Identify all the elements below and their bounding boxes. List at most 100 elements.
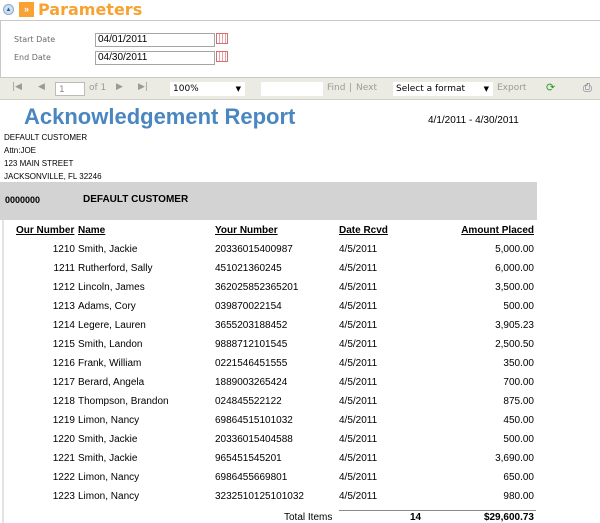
table-row: 1219 Limon, Nancy 69864515101032 4/5/2011 45… bbox=[0, 415, 540, 434]
cell-our-number: 1215 bbox=[52, 339, 75, 350]
cell-date-rcvd: 4/5/2011 bbox=[339, 244, 378, 255]
format-value: Select a format bbox=[396, 84, 466, 94]
cell-date-rcvd: 4/5/2011 bbox=[339, 339, 378, 350]
table-row: 1221 Smith, Jackie 965451545201 4/5/2011 3,6… bbox=[0, 453, 540, 472]
col-your-number: Your Number bbox=[215, 225, 278, 236]
cell-date-rcvd: 4/5/2011 bbox=[339, 472, 378, 483]
dropdown-arrow-icon: ▼ bbox=[483, 85, 489, 93]
page-input[interactable]: 1 bbox=[55, 82, 85, 96]
group-name: DEFAULT CUSTOMER bbox=[83, 194, 189, 205]
cell-name: Smith, Jackie bbox=[78, 453, 138, 464]
address-line: 123 MAIN STREET bbox=[4, 159, 74, 168]
cell-name: Smith, Landon bbox=[78, 339, 143, 350]
table-row: 1211 Rutherford, Sally 451021360245 4/5/201… bbox=[0, 263, 540, 282]
next-page-icon[interactable]: ▶ bbox=[116, 82, 123, 92]
cell-your-number: 1889003265424 bbox=[215, 377, 288, 388]
calendar-icon[interactable] bbox=[216, 33, 228, 44]
table-row: 1213 Adams, Cory 039870022154 4/5/2011 500.0… bbox=[0, 301, 540, 320]
end-date-label: End Date bbox=[14, 53, 51, 62]
cell-name: Smith, Jackie bbox=[78, 434, 138, 445]
find-link[interactable]: Find bbox=[327, 83, 345, 93]
zoom-value: 100% bbox=[173, 84, 199, 94]
collapse-icon[interactable]: ▲ bbox=[3, 4, 14, 15]
cell-name: Legere, Lauren bbox=[78, 320, 146, 331]
table-row: 1210 Smith, Jackie 20336015400987 4/5/2011 5… bbox=[0, 244, 540, 263]
cell-our-number: 1214 bbox=[52, 320, 75, 331]
start-date-input[interactable]: 04/01/2011 bbox=[95, 33, 215, 47]
cell-our-number: 1220 bbox=[52, 434, 75, 445]
cell-date-rcvd: 4/5/2011 bbox=[339, 358, 378, 369]
report-date-range: 4/1/2011 - 4/30/2011 bbox=[428, 115, 519, 126]
cell-name: Smith, Jackie bbox=[78, 244, 138, 255]
table-row: 1223 Limon, Nancy 3232510125101032 4/5/2011… bbox=[0, 491, 540, 510]
cell-our-number: 1218 bbox=[52, 396, 75, 407]
cell-amount-placed: 700.00 bbox=[503, 377, 534, 388]
table-row: 1222 Limon, Nancy 6986455669801 4/5/2011 650… bbox=[0, 472, 540, 491]
calendar-icon[interactable] bbox=[216, 51, 228, 62]
cell-amount-placed: 3,690.00 bbox=[495, 453, 534, 464]
export-format-select[interactable]: Select a format ▼ bbox=[393, 82, 493, 96]
total-divider bbox=[339, 510, 536, 511]
parameters-title: Parameters bbox=[38, 0, 143, 19]
cell-our-number: 1219 bbox=[52, 415, 75, 426]
cell-name: Lincoln, James bbox=[78, 282, 145, 293]
cell-name: Berard, Angela bbox=[78, 377, 145, 388]
cell-our-number: 1213 bbox=[52, 301, 75, 312]
table-row: 1218 Thompson, Brandon 024845522122 4/5/201… bbox=[0, 396, 540, 415]
next-link[interactable]: Next bbox=[356, 83, 377, 93]
table-row: 1217 Berard, Angela 1889003265424 4/5/2011 7… bbox=[0, 377, 540, 396]
cell-our-number: 1211 bbox=[53, 263, 75, 274]
cell-our-number: 1222 bbox=[52, 472, 75, 483]
page-count: of 1 bbox=[89, 83, 107, 93]
cell-date-rcvd: 4/5/2011 bbox=[339, 491, 378, 502]
cell-name: Limon, Nancy bbox=[78, 491, 140, 502]
cell-your-number: 362025852365201 bbox=[215, 282, 299, 293]
export-link[interactable]: Export bbox=[497, 83, 526, 93]
cell-amount-placed: 3,905.23 bbox=[495, 320, 534, 331]
report-toolbar: |◀ ◀ 1 of 1 ▶ ▶| 100% ▼ Find | Next Selec… bbox=[0, 78, 600, 100]
cell-our-number: 1210 bbox=[52, 244, 75, 255]
address-line: DEFAULT CUSTOMER bbox=[4, 133, 88, 142]
table-row: 1212 Lincoln, James 362025852365201 4/5/201… bbox=[0, 282, 540, 301]
cell-our-number: 1221 bbox=[52, 453, 75, 464]
table-row: 1214 Legere, Lauren 3655203188452 4/5/2011 3… bbox=[0, 320, 540, 339]
end-date-input[interactable]: 04/30/2011 bbox=[95, 51, 215, 65]
total-amount: $29,600.73 bbox=[483, 512, 534, 523]
total-count: 14 bbox=[410, 512, 422, 523]
cell-your-number: 024845522122 bbox=[215, 396, 282, 407]
cell-our-number: 1223 bbox=[52, 491, 75, 502]
cell-amount-placed: 875.00 bbox=[503, 396, 534, 407]
col-name: Name bbox=[78, 225, 106, 236]
print-icon[interactable]: ⎙ bbox=[583, 81, 592, 95]
cell-your-number: 20336015404588 bbox=[215, 434, 293, 445]
cell-date-rcvd: 4/5/2011 bbox=[339, 415, 378, 426]
cell-your-number: 20336015400987 bbox=[215, 244, 293, 255]
first-page-icon[interactable]: |◀ bbox=[12, 82, 22, 92]
cell-amount-placed: 5,000.00 bbox=[495, 244, 534, 255]
last-page-icon[interactable]: ▶| bbox=[138, 82, 148, 92]
cell-your-number: 3655203188452 bbox=[215, 320, 288, 331]
refresh-icon[interactable]: ⟳ bbox=[546, 81, 555, 94]
zoom-select[interactable]: 100% ▼ bbox=[170, 82, 245, 96]
table-row: 1216 Frank, William 0221546451555 4/5/2011 3… bbox=[0, 358, 540, 377]
cell-amount-placed: 500.00 bbox=[503, 301, 534, 312]
cell-amount-placed: 650.00 bbox=[503, 472, 534, 483]
cell-name: Rutherford, Sally bbox=[78, 263, 153, 274]
total-label: Total Items bbox=[284, 512, 333, 523]
table-row: 1220 Smith, Jackie 20336015404588 4/5/2011 5… bbox=[0, 434, 540, 453]
cell-your-number: 039870022154 bbox=[215, 301, 282, 312]
col-amount-placed: Amount Placed bbox=[461, 225, 534, 236]
cell-our-number: 1212 bbox=[52, 282, 75, 293]
dropdown-arrow-icon: ▼ bbox=[235, 85, 241, 93]
cell-name: Adams, Cory bbox=[78, 301, 136, 312]
cell-date-rcvd: 4/5/2011 bbox=[339, 320, 378, 331]
find-input[interactable] bbox=[261, 82, 323, 96]
cell-name: Thompson, Brandon bbox=[78, 396, 169, 407]
cell-amount-placed: 450.00 bbox=[503, 415, 534, 426]
cell-your-number: 9888712101545 bbox=[215, 339, 288, 350]
cell-your-number: 965451545201 bbox=[215, 453, 282, 464]
prev-page-icon[interactable]: ◀ bbox=[38, 82, 45, 92]
cell-your-number: 451021360245 bbox=[215, 263, 282, 274]
chevron-double-icon: » bbox=[19, 2, 34, 17]
cell-date-rcvd: 4/5/2011 bbox=[339, 282, 378, 293]
